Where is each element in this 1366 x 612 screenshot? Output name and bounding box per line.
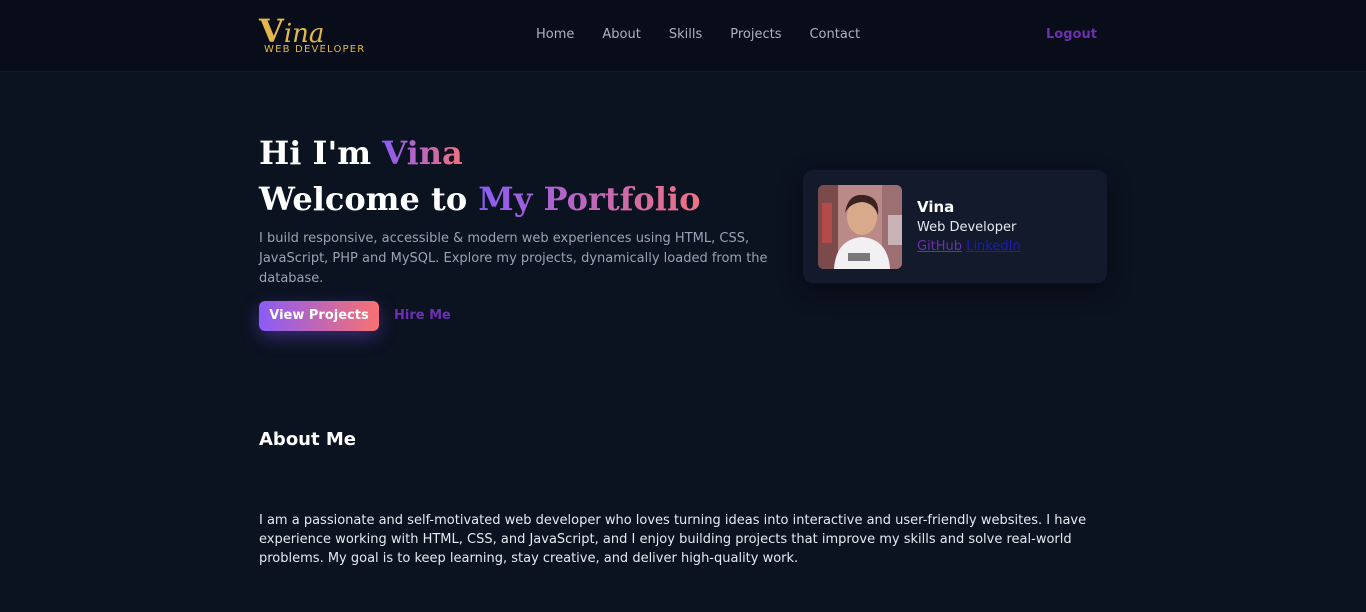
brand-logo[interactable]: Vina WEB DEVELOPER [259, 14, 369, 58]
hero-description: I build responsive, accessible & modern … [259, 231, 768, 286]
profile-links: GitHub LinkedIn [917, 239, 1021, 255]
hero-welcome: Welcome to [259, 180, 479, 218]
logout-button[interactable]: Logout [1046, 27, 1097, 43]
profile-name: Vina [917, 198, 955, 216]
view-projects-button[interactable]: View Projects [259, 301, 379, 331]
hero-portfolio: My Portfolio [478, 180, 701, 218]
profile-card: Vina Web Developer GitHub LinkedIn [803, 170, 1107, 283]
about-text: I am a passionate and self-motivated web… [259, 513, 1087, 566]
nav-link-skills[interactable]: Skills [669, 27, 702, 45]
github-link[interactable]: GitHub [917, 239, 962, 254]
top-navbar: Vina WEB DEVELOPER Home About Skills Pro… [0, 0, 1366, 72]
main-nav: Home About Skills Projects Contact [536, 27, 888, 45]
nav-link-about[interactable]: About [602, 27, 640, 45]
profile-role: Web Developer [917, 220, 1017, 235]
nav-link-contact[interactable]: Contact [809, 27, 860, 45]
nav-link-home[interactable]: Home [536, 27, 574, 45]
hero-name: Vina [382, 134, 463, 172]
avatar [818, 185, 902, 269]
brand-tagline: WEB DEVELOPER [264, 44, 366, 55]
hire-me-button[interactable]: Hire Me [394, 301, 451, 331]
nav-link-projects[interactable]: Projects [730, 27, 781, 45]
about-heading: About Me [259, 429, 356, 450]
hero-heading: Hi I'm Vina Welcome to My Portfolio [259, 130, 700, 222]
linkedin-link[interactable]: LinkedIn [966, 239, 1020, 254]
profile-photo-icon [818, 185, 902, 269]
hero-greeting: Hi I'm [259, 134, 383, 172]
